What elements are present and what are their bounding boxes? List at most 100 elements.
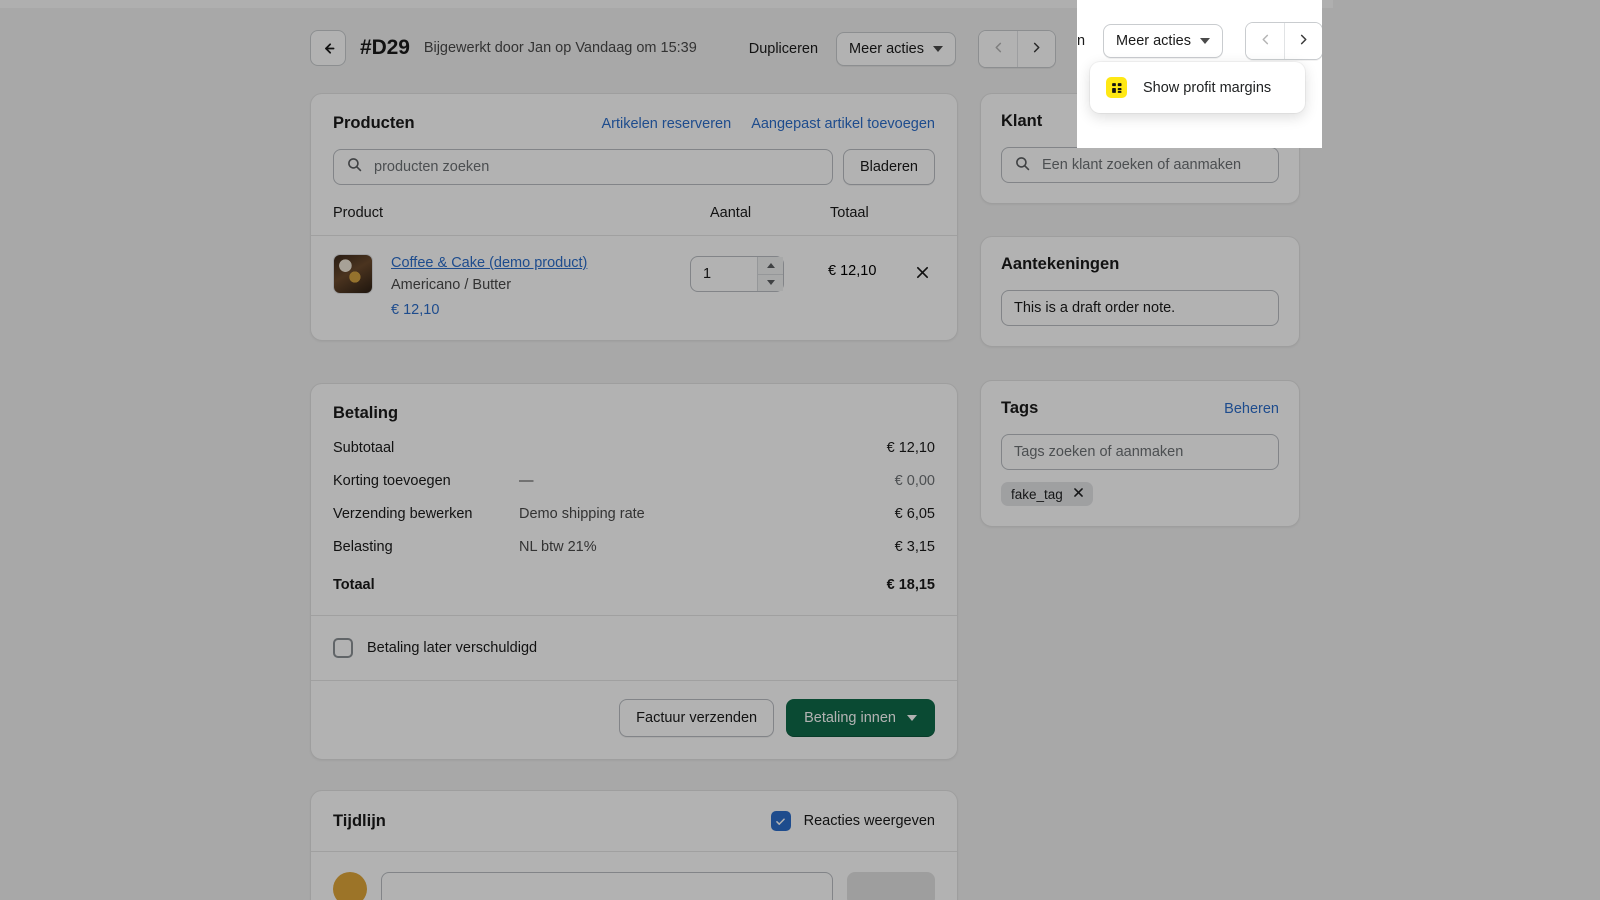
payment-due-later-checkbox[interactable] xyxy=(333,638,353,658)
quantity-stepper[interactable]: 1 xyxy=(690,256,784,292)
quantity-increment-button[interactable] xyxy=(758,257,783,274)
payment-total-amount: € 18,15 xyxy=(886,577,935,593)
product-search-input[interactable]: producten zoeken xyxy=(333,149,833,185)
tax-link[interactable]: Belasting xyxy=(333,539,519,555)
close-icon xyxy=(914,266,931,285)
duplicate-button[interactable]: Dupliceren xyxy=(749,41,818,57)
back-button[interactable] xyxy=(310,30,346,66)
product-variant: Americano / Butter xyxy=(391,276,512,293)
collect-payment-label: Betaling innen xyxy=(804,710,896,726)
browse-products-button[interactable]: Bladeren xyxy=(842,149,935,185)
more-actions-label: Meer acties xyxy=(1116,33,1191,49)
quantity-decrement-button[interactable] xyxy=(758,273,783,291)
chevron-right-icon xyxy=(1029,40,1044,58)
timeline-composer xyxy=(311,851,957,900)
payment-row-total: Totaal € 18,15 xyxy=(333,577,935,593)
more-actions-button[interactable]: Meer acties xyxy=(836,32,956,66)
product-unit-price[interactable]: € 12,10 xyxy=(391,302,690,318)
chevron-down-icon xyxy=(933,46,943,52)
show-comments-checkbox[interactable] xyxy=(770,811,791,831)
remove-line-item-button[interactable] xyxy=(910,260,935,290)
quantity-value[interactable]: 1 xyxy=(691,266,757,282)
payment-row-subtotal: Subtotaal € 12,10 xyxy=(333,440,935,456)
order-header: #D29 Bijgewerkt door Jan op Vandaag om 1… xyxy=(310,30,697,66)
products-column-headers: Product Aantal Totaal xyxy=(311,185,957,236)
timeline-card: Tijdlijn Reacties weergeven xyxy=(310,790,958,900)
chevron-right-icon xyxy=(1296,32,1311,50)
next-record-button[interactable] xyxy=(1017,31,1055,67)
payment-row-shipping: Verzending bewerken Demo shipping rate €… xyxy=(333,506,935,522)
order-updated-text: Bijgewerkt door Jan op Vandaag om 15:39 xyxy=(423,40,697,56)
menu-item-show-profit-margins[interactable]: Show profit margins xyxy=(1096,68,1299,107)
payment-total-label: Totaal xyxy=(333,577,375,593)
record-pager xyxy=(978,30,1056,68)
comment-input[interactable] xyxy=(381,872,833,900)
arrow-left-icon xyxy=(320,40,337,57)
payment-row-amount: € 12,10 xyxy=(886,440,935,456)
more-actions-label: Meer acties xyxy=(849,41,924,57)
search-icon xyxy=(1014,155,1031,176)
payment-row-label: Subtotaal xyxy=(333,440,395,456)
collect-payment-button[interactable]: Betaling innen xyxy=(786,699,935,737)
more-actions-popover: Show profit margins xyxy=(1090,62,1305,113)
caret-down-icon xyxy=(766,280,775,286)
payment-summary: Betaling Subtotaal € 12,10 Korting toevo… xyxy=(311,384,957,615)
customer-search-input[interactable]: Een klant zoeken of aanmaken xyxy=(1001,147,1279,183)
column-header-product: Product xyxy=(333,205,383,221)
timeline-header: Tijdlijn Reacties weergeven xyxy=(311,791,957,851)
payment-due-later-row: Betaling later verschuldigd xyxy=(311,616,957,680)
chevron-down-icon xyxy=(1200,38,1210,44)
payment-row-tax: Belasting NL btw 21% € 3,15 xyxy=(333,539,935,555)
tags-card: Tags Beheren Tags zoeken of aanmaken fak… xyxy=(980,380,1300,527)
add-discount-link[interactable]: Korting toevoegen xyxy=(333,473,519,489)
line-item-total: € 12,10 xyxy=(828,263,877,279)
timeline-title: Tijdlijn xyxy=(333,811,386,830)
column-header-total: Totaal xyxy=(830,205,869,221)
order-id: #D29 xyxy=(360,36,410,59)
page-right-fill xyxy=(1333,0,1600,900)
tags-search-input[interactable]: Tags zoeken of aanmaken xyxy=(1001,434,1279,470)
payment-row-middle: — xyxy=(519,473,534,489)
chevron-left-icon xyxy=(991,40,1006,58)
products-title: Producten xyxy=(333,114,415,132)
product-search-placeholder: producten zoeken xyxy=(374,159,490,175)
reserve-items-link[interactable]: Artikelen reserveren xyxy=(601,116,731,132)
send-invoice-button[interactable]: Factuur verzenden xyxy=(619,699,775,737)
next-record-button[interactable] xyxy=(1284,23,1322,59)
avatar xyxy=(333,872,367,900)
tag-chip-label: fake_tag xyxy=(1011,486,1063,502)
menu-item-label: Show profit margins xyxy=(1143,79,1272,96)
payment-due-later-label: Betaling later verschuldigd xyxy=(367,640,538,656)
notes-title: Aantekeningen xyxy=(1001,255,1120,273)
payment-row-amount: € 0,00 xyxy=(894,473,935,489)
customer-search-placeholder: Een klant zoeken of aanmaken xyxy=(1042,157,1242,173)
previous-record-button[interactable] xyxy=(1246,23,1284,59)
notes-input[interactable]: This is a draft order note. xyxy=(1001,290,1279,326)
product-thumbnail xyxy=(333,254,373,294)
search-icon xyxy=(346,156,363,178)
products-card-header: Producten Artikelen reserveren Aangepast… xyxy=(311,94,957,135)
page-root: #D29 Bijgewerkt door Jan op Vandaag om 1… xyxy=(0,0,1600,900)
column-header-quantity: Aantal xyxy=(710,205,752,221)
product-search-row: producten zoeken Bladeren xyxy=(311,135,957,185)
chevron-left-icon xyxy=(1258,32,1273,50)
post-comment-button[interactable] xyxy=(847,872,935,900)
edit-shipping-link[interactable]: Verzending bewerken xyxy=(333,506,519,522)
add-custom-item-link[interactable]: Aangepast artikel toevoegen xyxy=(751,116,935,132)
tag-chip-list: fake_tag xyxy=(1001,482,1279,506)
more-actions-button-lit[interactable]: Meer acties xyxy=(1103,24,1223,58)
header-actions: Dupliceren Meer acties xyxy=(749,30,1056,68)
manage-tags-link[interactable]: Beheren xyxy=(1224,401,1279,417)
record-pager-lit xyxy=(1245,22,1322,60)
previous-record-button[interactable] xyxy=(979,31,1017,67)
close-icon[interactable] xyxy=(1072,486,1085,502)
tags-search-placeholder: Tags zoeken of aanmaken xyxy=(1014,444,1184,460)
duplicate-button-lit[interactable]: Dupliceren xyxy=(1077,33,1085,49)
product-name-link[interactable]: Coffee & Cake (demo product) xyxy=(391,255,587,271)
notes-value: This is a draft order note. xyxy=(1014,300,1176,316)
payment-actions: Factuur verzenden Betaling innen xyxy=(311,681,957,759)
line-item-row: Coffee & Cake (demo product) Americano /… xyxy=(311,236,957,340)
payment-row-middle: NL btw 21% xyxy=(519,539,597,555)
payment-card: Betaling Subtotaal € 12,10 Korting toevo… xyxy=(310,383,958,760)
payment-row-amount: € 3,15 xyxy=(894,539,935,555)
